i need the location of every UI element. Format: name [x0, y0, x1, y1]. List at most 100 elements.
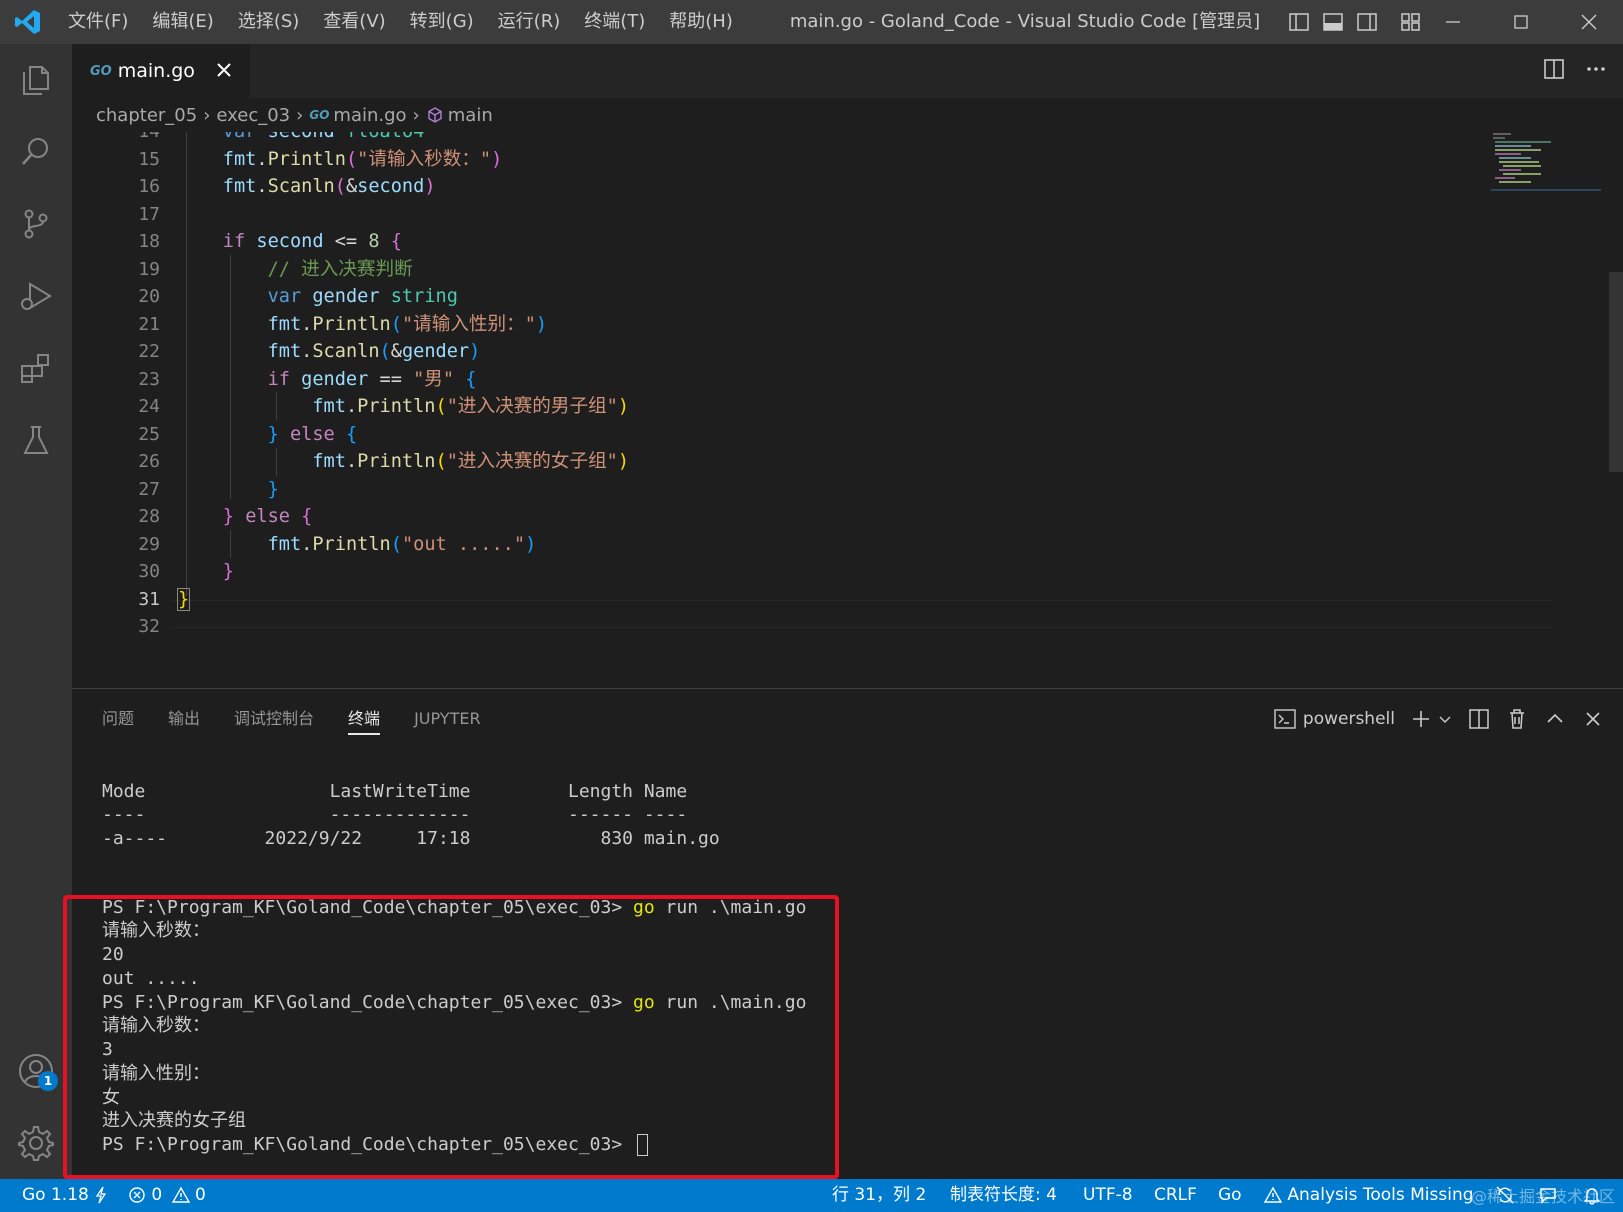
terminal-shell-name[interactable]: powershell	[1303, 709, 1395, 729]
breadcrumb-file[interactable]: main.go	[333, 105, 406, 126]
explorer-button[interactable]	[0, 44, 72, 116]
split-terminal-icon[interactable]	[1467, 707, 1491, 731]
code-line: fmt.Println("进入决赛的男子组")	[312, 396, 630, 417]
problems-item[interactable]: 0 0	[128, 1179, 206, 1212]
tab-jupyter[interactable]: JUPYTER	[414, 703, 481, 735]
source-control-button[interactable]	[0, 188, 72, 260]
extensions-button[interactable]	[0, 332, 72, 404]
run-debug-button[interactable]	[0, 260, 72, 332]
split-editor-icon[interactable]	[1541, 56, 1567, 82]
chevron-right-icon: ›	[296, 104, 304, 126]
tab-output[interactable]: 输出	[168, 703, 200, 735]
accounts-button[interactable]: 1	[0, 1035, 72, 1107]
flask-icon	[23, 426, 49, 454]
menu-bar: 文件(F) 编辑(E) 选择(S) 查看(V) 转到(G) 运行(R) 终端(T…	[56, 0, 745, 44]
status-bar: Go 1.18 0 0 行 31，列 2 制表符长度: 4 UTF-8 CRLF…	[0, 1179, 1623, 1212]
search-icon	[22, 138, 48, 165]
code-line: if second <= 8 {	[222, 231, 402, 252]
run-debug-icon	[21, 282, 52, 310]
new-terminal-icon[interactable]	[1409, 707, 1433, 731]
close-panel-icon[interactable]	[1581, 707, 1605, 731]
account-badge: 1	[38, 1071, 58, 1091]
code-line: fmt.Scanln(&second)	[222, 176, 436, 197]
trash-icon[interactable]	[1505, 707, 1529, 731]
code-content[interactable]: var second float64 fmt.Println("请输入秒数：")…	[176, 132, 1478, 688]
tab-terminal[interactable]: 终端	[348, 703, 381, 735]
menu-view[interactable]: 查看(V)	[311, 0, 397, 44]
manage-button[interactable]	[0, 1107, 72, 1179]
warning-icon	[171, 1186, 190, 1203]
code-line: } else {	[267, 424, 358, 445]
line-number: 18	[138, 231, 160, 252]
minimize-button[interactable]	[1419, 0, 1487, 44]
close-window-button[interactable]	[1555, 0, 1623, 44]
chevron-right-icon: ›	[412, 104, 420, 126]
go-version-item[interactable]: Go 1.18	[22, 1179, 108, 1212]
editor-scrollbar[interactable]	[1609, 272, 1623, 472]
line-number: 20	[138, 286, 160, 307]
menu-file[interactable]: 文件(F)	[56, 0, 140, 44]
tab-label: main.go	[117, 60, 195, 82]
maximize-icon	[1514, 15, 1528, 29]
menu-selection[interactable]: 选择(S)	[226, 0, 311, 44]
tab-debug-console[interactable]: 调试控制台	[234, 703, 314, 735]
gear-icon	[18, 1126, 54, 1161]
toggle-primary-sidebar-icon[interactable]	[1287, 10, 1311, 34]
symbol-function-icon	[428, 107, 442, 123]
line-number: 22	[138, 341, 160, 362]
breadcrumb: chapter_05 › exec_03 › GO main.go › main	[72, 98, 1623, 132]
breadcrumb-folder-chapter[interactable]: chapter_05	[96, 105, 197, 126]
search-button[interactable]	[0, 116, 72, 188]
minimap[interactable]	[1491, 132, 1601, 192]
panel-actions: powershell	[1273, 703, 1605, 735]
breadcrumb-symbol[interactable]: main	[448, 105, 493, 126]
go-version-text: Go 1.18	[22, 1185, 89, 1205]
menu-edit[interactable]: 编辑(E)	[140, 0, 225, 44]
extensions-icon	[21, 354, 49, 383]
tab-main-go[interactable]: GO main.go	[72, 44, 250, 98]
activity-bar: 1	[0, 44, 72, 1179]
warning-icon	[1263, 1186, 1283, 1203]
more-actions-icon[interactable]	[1583, 56, 1609, 82]
vscode-logo-icon	[0, 0, 56, 44]
editor-actions	[1541, 56, 1609, 82]
end-of-line[interactable]: CRLF	[1154, 1179, 1197, 1212]
maximize-panel-icon[interactable]	[1543, 707, 1567, 731]
layout-controls	[1287, 0, 1423, 44]
breadcrumb-folder-exec[interactable]: exec_03	[216, 105, 290, 126]
line-number: 21	[138, 314, 160, 335]
menu-run[interactable]: 运行(R)	[486, 0, 573, 44]
testing-button[interactable]	[0, 404, 72, 476]
terminal-line: Mode LastWriteTime Length Name	[102, 781, 688, 802]
code-editor[interactable]: 14 15 16 17 18 19 20 21 22 23 24 25 26 27 28 29 30 31 32 v…	[72, 132, 1623, 688]
tab-size[interactable]: 制表符长度: 4	[950, 1179, 1057, 1212]
menu-go[interactable]: 转到(G)	[398, 0, 486, 44]
menu-terminal[interactable]: 终端(T)	[572, 0, 657, 44]
line-number: 29	[138, 534, 160, 555]
source-control-icon	[24, 209, 48, 239]
title-bar: 文件(F) 编辑(E) 选择(S) 查看(V) 转到(G) 运行(R) 终端(T…	[0, 0, 1623, 44]
cursor-position[interactable]: 行 31，列 2	[832, 1179, 926, 1212]
analysis-tools-item[interactable]: Analysis Tools Missing	[1263, 1179, 1474, 1212]
maximize-button[interactable]	[1487, 0, 1555, 44]
toggle-secondary-sidebar-icon[interactable]	[1355, 10, 1379, 34]
code-line: fmt.Println("out .....")	[267, 534, 537, 555]
window-controls	[1419, 0, 1623, 44]
code-line: // 进入决赛判断	[267, 259, 413, 280]
language-mode[interactable]: Go	[1218, 1179, 1242, 1212]
files-icon	[23, 66, 49, 95]
line-number-gutter: 14 15 16 17 18 19 20 21 22 23 24 25 26 27 28 29 30 31 32	[72, 132, 172, 688]
toggle-panel-icon[interactable]	[1321, 10, 1345, 34]
line-number: 30	[138, 561, 160, 582]
analysis-tools-text: Analysis Tools Missing	[1287, 1185, 1474, 1205]
chevron-right-icon: ›	[203, 104, 211, 126]
encoding[interactable]: UTF-8	[1083, 1179, 1133, 1212]
tab-problems[interactable]: 问题	[102, 703, 134, 735]
close-tab-icon[interactable]	[212, 58, 236, 82]
warning-count: 0	[195, 1185, 206, 1205]
code-line: } else {	[222, 506, 313, 527]
watermark-text: @稀土掘金技术社区	[1470, 1187, 1615, 1206]
chevron-down-icon[interactable]	[1437, 711, 1453, 727]
window-title: main.go - Goland_Code - Visual Studio Co…	[789, 11, 1261, 32]
code-line: if gender == "男" {	[267, 369, 477, 390]
